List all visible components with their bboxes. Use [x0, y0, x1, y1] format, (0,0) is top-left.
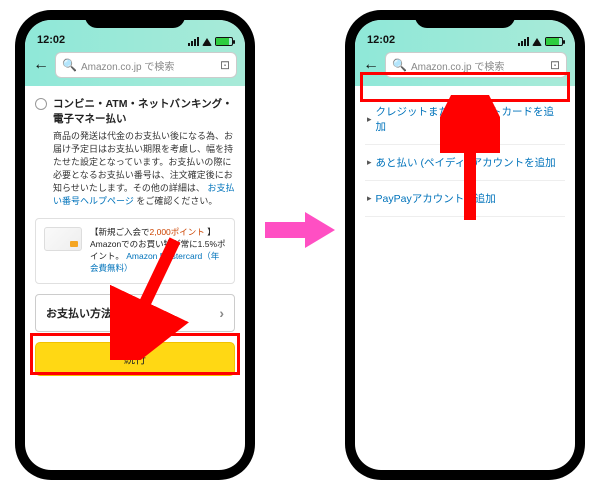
back-icon[interactable]: ←: [33, 56, 49, 74]
caret-right-icon: ▸: [367, 114, 372, 125]
search-input[interactable]: 🔍 Amazon.co.jp で検索 ⊡: [55, 52, 237, 78]
phone-notch: [415, 10, 515, 28]
battery-icon: [545, 37, 563, 46]
camera-search-icon[interactable]: ⊡: [550, 58, 560, 72]
search-bar: ← 🔍 Amazon.co.jp で検索 ⊡: [25, 48, 245, 86]
signal-icon: [188, 37, 199, 46]
caret-right-icon: ▸: [367, 157, 372, 168]
signal-icon: [518, 37, 529, 46]
checkout-content: コンビニ・ATM・ネットバンキング・電子マネー払い 商品の発送は代金のお支払い後…: [25, 86, 245, 386]
search-icon: 🔍: [62, 58, 77, 72]
phone-frame-left: 12:02 ← 🔍 Amazon.co.jp で検索 ⊡: [15, 10, 255, 480]
status-time: 12:02: [367, 34, 395, 46]
promo-card[interactable]: 【新規ご入会で2,000ポイント 】Amazonでのお買い物が常に1.5%ポイン…: [35, 218, 235, 284]
search-bar: ← 🔍 Amazon.co.jp で検索 ⊡: [355, 48, 575, 86]
back-icon[interactable]: ←: [363, 56, 379, 74]
search-placeholder: Amazon.co.jp で検索: [81, 58, 216, 73]
status-time: 12:02: [37, 34, 65, 46]
phone-frame-right: 12:02 ← 🔍 Amazon.co.jp で検索 ⊡ ▸ クレジッ: [345, 10, 585, 480]
search-placeholder: Amazon.co.jp で検索: [411, 58, 546, 73]
payment-method-desc: 商品の発送は代金のお支払い後になる為、お届け予定日はお支払い期限を考慮し、幅を持…: [53, 130, 235, 208]
add-payment-label: お支払い方法を追加: [46, 305, 145, 321]
credit-card-icon: [44, 227, 82, 251]
add-paypay-account-option[interactable]: ▸ PayPayアカウントを追加: [365, 181, 565, 217]
wifi-icon: [532, 38, 542, 46]
add-payment-method-button[interactable]: お支払い方法を追加 ›: [35, 294, 235, 332]
payment-method-row[interactable]: コンビニ・ATM・ネットバンキング・電子マネー払い 商品の発送は代金のお支払い後…: [35, 96, 235, 208]
camera-search-icon[interactable]: ⊡: [220, 58, 230, 72]
continue-button[interactable]: 続行: [35, 342, 235, 376]
add-paidy-account-option[interactable]: ▸ あと払い (ペイディ) アカウントを追加: [365, 145, 565, 181]
phone-screen-right: 12:02 ← 🔍 Amazon.co.jp で検索 ⊡ ▸ クレジッ: [355, 20, 575, 470]
status-icons: [518, 37, 563, 46]
status-icons: [188, 37, 233, 46]
chevron-right-icon: ›: [219, 305, 224, 321]
battery-icon: [215, 37, 233, 46]
search-icon: 🔍: [392, 58, 407, 72]
add-credit-debit-card-option[interactable]: ▸ クレジットまたはデビットカードを追加: [365, 94, 565, 145]
promo-text: 【新規ご入会で2,000ポイント 】Amazonでのお買い物が常に1.5%ポイン…: [90, 227, 226, 275]
wifi-icon: [202, 38, 212, 46]
payment-method-title: コンビニ・ATM・ネットバンキング・電子マネー払い: [53, 96, 235, 126]
payment-options-list: ▸ クレジットまたはデビットカードを追加 ▸ あと払い (ペイディ) アカウント…: [355, 86, 575, 225]
radio-unselected-icon[interactable]: [35, 98, 47, 110]
tutorial-canvas: 12:02 ← 🔍 Amazon.co.jp で検索 ⊡: [0, 0, 600, 500]
phone-screen-left: 12:02 ← 🔍 Amazon.co.jp で検索 ⊡: [25, 20, 245, 470]
phone-notch: [85, 10, 185, 28]
search-input[interactable]: 🔍 Amazon.co.jp で検索 ⊡: [385, 52, 567, 78]
step-arrow-icon: [265, 210, 335, 250]
caret-right-icon: ▸: [367, 193, 372, 204]
